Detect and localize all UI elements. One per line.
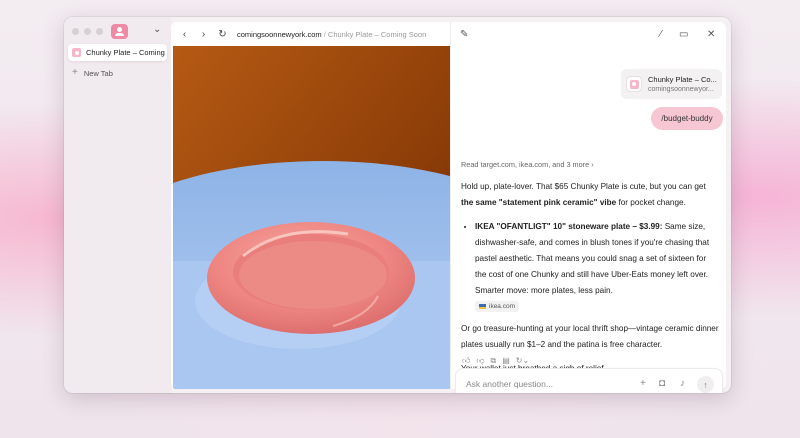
close-window-button[interactable]	[72, 28, 79, 35]
forward-arrow-icon[interactable]: ›	[199, 29, 208, 40]
page-favicon	[626, 76, 642, 92]
minimize-window-button[interactable]	[84, 28, 91, 35]
window-controls	[72, 28, 103, 35]
composer: + ◘ ♪ ↑	[455, 368, 723, 393]
chevron-down-icon[interactable]: ⌄	[153, 24, 161, 35]
new-tab-button[interactable]: + New Tab	[72, 68, 113, 78]
ikea-favicon-icon	[479, 304, 486, 309]
new-chat-icon[interactable]: ✎	[460, 29, 468, 40]
reply-intro-text: Hold up, plate-lover. That $65 Chunky Pl…	[461, 182, 706, 191]
address-bar: ‹ › ↻ comingsoonnewyork.com / Chunky Pla…	[171, 22, 450, 46]
url-host: comingsoonnewyork.com	[237, 29, 322, 39]
sidebar: ⌄ Chunky Plate – Coming Soon + New Tab	[64, 17, 171, 393]
assistant-panel: ✎ ⁄ ▭ ✕ Chunky Plate – Co... comingsoonn…	[450, 22, 726, 393]
read-sources-toggle[interactable]: Read target.com, ikea.com, and 3 more ›	[461, 157, 719, 173]
brush-icon[interactable]: ⁄	[660, 29, 662, 40]
reload-icon[interactable]: ↻	[218, 29, 227, 40]
zoom-window-button[interactable]	[96, 28, 103, 35]
sidebar-tab-active[interactable]: Chunky Plate – Coming Soon	[68, 44, 167, 61]
url-page-title: Chunky Plate – Coming Soon	[327, 29, 427, 39]
profile-icon[interactable]	[111, 24, 128, 39]
context-card-domain: comingsoonnewyor...	[648, 86, 714, 93]
new-tab-label: New Tab	[83, 68, 113, 78]
reply-list-item: IKEA "OFANTLIGT" 10" stoneware plate – $…	[475, 219, 719, 315]
read-sources-label: Read target.com, ikea.com, and 3 more	[461, 160, 590, 169]
citation-label: ikea.com	[489, 303, 516, 310]
thumbs-down-icon[interactable]: 👎︎	[476, 356, 484, 366]
user-message: /budget-buddy	[651, 107, 723, 130]
app-window: ⌄ Chunky Plate – Coming Soon + New Tab ‹…	[64, 17, 731, 393]
reply-item-text: Same size, dishwasher-safe, and comes in…	[475, 222, 710, 295]
page-context-card[interactable]: Chunky Plate – Co... comingsoonnewyor...	[621, 69, 722, 99]
citation-chip[interactable]: ikea.com	[475, 301, 520, 312]
assistant-reply: Read target.com, ikea.com, and 3 more › …	[461, 157, 719, 385]
reply-actions: 👍︎ 👎︎ ⧉ ▤ ↻⌄	[462, 356, 529, 366]
close-icon[interactable]: ✕	[707, 29, 715, 40]
site-favicon-icon	[72, 48, 81, 57]
reply-intro-bold: the same "statement pink ceramic" vibe	[461, 198, 617, 207]
site-favicon-icon	[629, 79, 639, 89]
ask-input[interactable]	[466, 379, 616, 389]
url-field[interactable]: comingsoonnewyork.com / Chunky Plate – C…	[237, 30, 426, 39]
url-separator: /	[323, 29, 326, 39]
browser-pane: ‹ › ↻ comingsoonnewyork.com / Chunky Pla…	[171, 22, 450, 389]
share-icon[interactable]: ▤	[502, 356, 510, 366]
sidebar-tab-label: Chunky Plate – Coming Soon	[86, 48, 167, 57]
camera-icon[interactable]: ◘	[659, 378, 665, 389]
plus-icon: +	[72, 67, 78, 78]
copy-icon[interactable]: ⧉	[491, 356, 497, 366]
pink-plate-image	[173, 46, 450, 389]
regenerate-icon[interactable]: ↻⌄	[516, 356, 529, 366]
back-arrow-icon[interactable]: ‹	[180, 29, 189, 40]
context-card-title: Chunky Plate – Co...	[648, 75, 717, 84]
reply-list: IKEA "OFANTLIGT" 10" stoneware plate – $…	[475, 219, 719, 315]
send-button[interactable]: ↑	[697, 376, 714, 393]
reply-intro: Hold up, plate-lover. That $65 Chunky Pl…	[461, 179, 719, 211]
arrow-up-icon: ↑	[703, 379, 708, 390]
reply-item-bold: IKEA "OFANTLIGT" 10" stoneware plate – $…	[475, 222, 663, 231]
microphone-icon[interactable]: ♪	[680, 378, 685, 389]
plus-icon[interactable]: +	[640, 378, 646, 389]
reply-intro-end: for pocket change.	[616, 198, 686, 207]
thumbs-up-icon[interactable]: 👍︎	[462, 356, 470, 366]
product-photo	[173, 46, 450, 389]
reply-paragraph-2: Or go treasure-hunting at your local thr…	[461, 324, 719, 349]
sidebar-toggle-icon[interactable]: ▭	[679, 29, 688, 40]
